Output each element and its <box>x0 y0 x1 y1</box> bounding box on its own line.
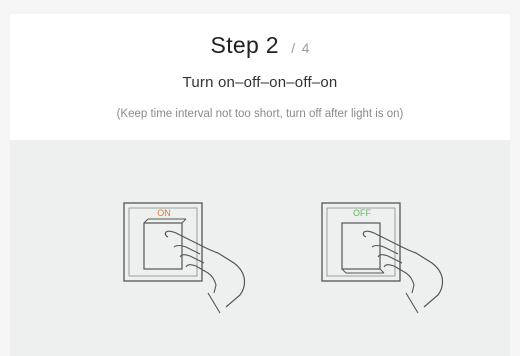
switch-label-off: OFF <box>353 208 371 218</box>
step-separator: / <box>291 40 296 56</box>
switch-on-illustration: ON <box>116 197 266 315</box>
step-header: Step 2 / 4 Turn on–off–on–off–on (Keep t… <box>10 14 510 140</box>
instruction-note: (Keep time interval not too short, turn … <box>116 108 404 120</box>
step-card: Step 2 / 4 Turn on–off–on–off–on (Keep t… <box>10 14 510 356</box>
switch-label-on: ON <box>157 208 171 218</box>
switch-off-illustration: OFF <box>314 197 464 315</box>
step-total: 4 <box>301 40 310 56</box>
instruction-text: Turn on–off–on–off–on <box>182 74 338 91</box>
step-indicator: Step 2 / 4 <box>10 32 510 59</box>
wall-switch-hand-icon: OFF <box>321 202 444 314</box>
step-title: Step 2 <box>210 32 279 58</box>
wall-switch-hand-icon: ON <box>123 202 246 314</box>
